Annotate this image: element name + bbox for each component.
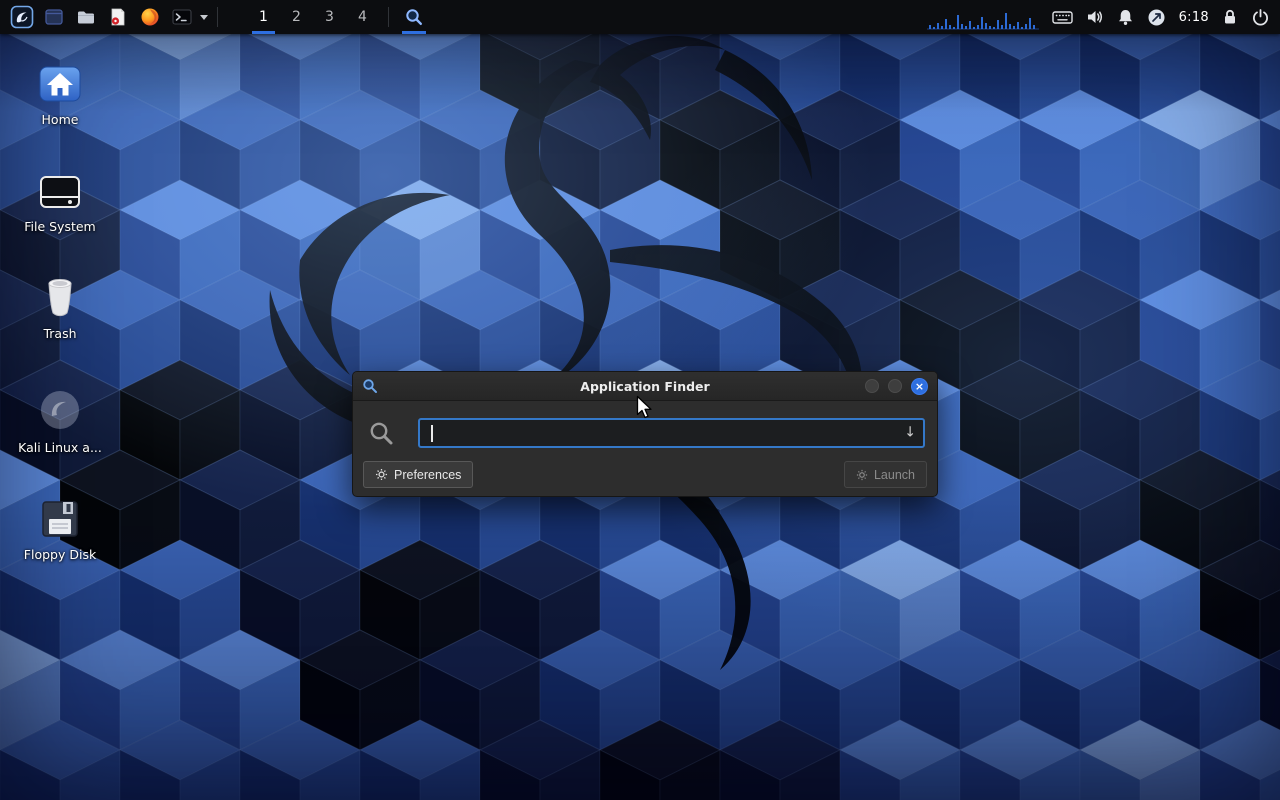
- launch-button[interactable]: Launch: [844, 461, 927, 488]
- system-monitor-graph[interactable]: [927, 4, 1039, 30]
- panel-clock[interactable]: 6:18: [1179, 10, 1209, 25]
- minimize-button[interactable]: [865, 379, 879, 393]
- taskbar-window-application-finder[interactable]: [398, 0, 430, 34]
- panel-separator: [217, 7, 218, 27]
- launch-label: Launch: [874, 468, 915, 482]
- window-manager-icon[interactable]: [41, 4, 67, 30]
- close-button[interactable]: ×: [911, 378, 928, 395]
- desktop-icon-label: Kali Linux a...: [8, 440, 112, 455]
- panel-status-area: 6:18: [927, 0, 1274, 34]
- gear-icon: [375, 468, 388, 481]
- desktop-icon-trash[interactable]: Trash: [8, 268, 112, 341]
- history-dropdown-icon[interactable]: ↓: [904, 425, 916, 441]
- desktop-icon-label: Floppy Disk: [8, 547, 112, 562]
- preferences-label: Preferences: [394, 468, 461, 482]
- maximize-button[interactable]: [888, 379, 902, 393]
- text-editor-icon[interactable]: [105, 4, 131, 30]
- desktop-icon-kali-linux[interactable]: Kali Linux a...: [8, 382, 112, 455]
- desktop-icon-label: File System: [8, 219, 112, 234]
- home-folder-icon: [8, 54, 112, 104]
- launch-gear-icon: [856, 469, 868, 481]
- titlebar[interactable]: Application Finder ×: [353, 372, 937, 401]
- workspace-switcher: 1 2 3 4: [247, 0, 379, 34]
- window-buttons: ×: [865, 378, 928, 395]
- network-status-icon[interactable]: [1147, 8, 1166, 27]
- lock-icon[interactable]: [1222, 8, 1238, 26]
- floppy-disk-icon: [8, 489, 112, 539]
- terminal-dropdown-arrow-icon[interactable]: [200, 15, 208, 20]
- file-manager-icon[interactable]: [73, 4, 99, 30]
- terminal-icon[interactable]: [169, 4, 195, 30]
- magnifier-icon: [404, 7, 424, 27]
- file-system-drive-icon: [8, 161, 112, 211]
- keyboard-icon[interactable]: [1052, 10, 1073, 25]
- workspace-button-1[interactable]: 1: [247, 0, 280, 34]
- volume-icon[interactable]: [1086, 8, 1104, 26]
- trash-empty-icon: [8, 268, 112, 318]
- desktop-icon-label: Trash: [8, 326, 112, 341]
- panel-left-group: 1 2 3 4: [6, 0, 430, 34]
- desktop-icon-file-system[interactable]: File System: [8, 161, 112, 234]
- dialog-button-row: Preferences Launch: [353, 448, 937, 488]
- top-panel: 1 2 3 4: [0, 0, 1280, 34]
- power-icon[interactable]: [1251, 8, 1270, 27]
- notifications-bell-icon[interactable]: [1117, 8, 1134, 26]
- application-finder-window: Application Finder × ↓ Preferences: [352, 371, 938, 497]
- workspace-button-3[interactable]: 3: [313, 0, 346, 34]
- window-icon-magnifier: [362, 378, 378, 394]
- window-title: Application Finder: [353, 379, 937, 394]
- search-input[interactable]: ↓: [418, 418, 925, 448]
- desktop-icon-floppy-disk[interactable]: Floppy Disk: [8, 489, 112, 562]
- kali-menu-icon[interactable]: [9, 4, 35, 30]
- firefox-icon[interactable]: [137, 4, 163, 30]
- desktop-icon-label: Home: [8, 112, 112, 127]
- text-caret: [431, 425, 433, 442]
- kali-faded-icon: [8, 382, 112, 432]
- search-row: ↓: [353, 401, 937, 448]
- workspace-button-4[interactable]: 4: [346, 0, 379, 34]
- workspace-button-2[interactable]: 2: [280, 0, 313, 34]
- preferences-button[interactable]: Preferences: [363, 461, 473, 488]
- search-icon: [368, 420, 395, 447]
- desktop-icon-home[interactable]: Home: [8, 54, 112, 127]
- panel-separator: [388, 7, 389, 27]
